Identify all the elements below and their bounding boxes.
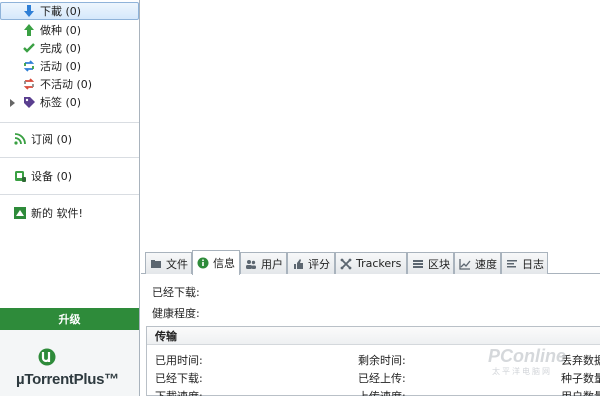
utorrent-plus-logo-text: µTorrentPlus™ — [16, 371, 119, 388]
app-store-icon — [13, 206, 27, 220]
sidebar-item-label: 完成 (0) — [40, 42, 82, 55]
peers-label: 用户数量 — [561, 388, 600, 396]
tab-files[interactable]: 文件 — [145, 252, 192, 274]
sidebar-item-label: 新的 软件! — [31, 207, 83, 220]
speed-graph-icon — [459, 258, 471, 270]
sidebar-item-label: 订阅 (0) — [31, 133, 73, 146]
rating-icon — [292, 258, 304, 270]
sidebar: 下載 (0) 做种 (0) 完成 (0) 活动 (0) 不活动 (0) 标签 (… — [0, 0, 140, 396]
sidebar-item-label: 不活动 (0) — [40, 78, 93, 91]
sidebar-item-label: 设备 (0) — [31, 170, 73, 183]
utorrent-logo-icon — [38, 348, 56, 366]
sidebar-item-label: 标签 (0) — [40, 96, 82, 109]
sidebar-item-feeds[interactable]: 订阅 (0) — [0, 130, 139, 148]
sidebar-item-inactive[interactable]: 不活动 (0) — [0, 75, 139, 93]
sidebar-item-new-software[interactable]: 新的 软件! — [0, 204, 139, 222]
watermark-subtext: 太平洋电脑网 — [492, 367, 552, 376]
pieces-icon — [412, 258, 424, 270]
sidebar-item-completed[interactable]: 完成 (0) — [0, 39, 139, 57]
label-tag-icon — [22, 95, 36, 109]
downloaded-label: 已经下载: — [155, 372, 203, 385]
tab-label: 信息 — [213, 257, 235, 270]
tab-speed[interactable]: 速度 — [454, 252, 501, 274]
tab-label: 速度 — [475, 257, 497, 271]
peers-icon — [245, 258, 257, 270]
downloaded-label: 已经下载: — [152, 286, 200, 299]
sidebar-divider — [0, 194, 139, 195]
tab-label: 用户 — [261, 257, 283, 271]
tab-ratings[interactable]: 评分 — [287, 252, 335, 274]
utorrent-window: 下載 (0) 做种 (0) 完成 (0) 活动 (0) 不活动 (0) 标签 (… — [0, 0, 600, 396]
sidebar-item-labels[interactable]: 标签 (0) — [0, 93, 139, 111]
seeds-label: 种子数量 — [561, 372, 600, 385]
utorrent-plus-promo[interactable]: µTorrentPlus™ — [0, 330, 139, 396]
tab-log[interactable]: 日志 — [501, 252, 548, 274]
tab-label: 区块 — [428, 257, 450, 271]
remaining-time-label: 剩余时间: — [358, 354, 406, 367]
sidebar-divider — [0, 157, 139, 158]
wasted-label: 丢弃数据 — [561, 354, 600, 367]
upload-speed-label: 上传速度: — [358, 388, 406, 396]
tab-label: 评分 — [308, 257, 330, 271]
device-icon — [13, 169, 27, 183]
folder-icon — [150, 258, 162, 270]
log-icon — [506, 258, 518, 270]
uploaded-label: 已经上传: — [358, 372, 406, 385]
inactive-arrows-icon — [22, 77, 36, 91]
tab-pieces[interactable]: 区块 — [407, 252, 454, 274]
tab-label: Trackers — [356, 257, 402, 270]
sidebar-item-label: 下載 (0) — [40, 5, 82, 18]
torrent-list[interactable] — [141, 0, 600, 246]
elapsed-time-label: 已用时间: — [155, 354, 203, 367]
tab-trackers[interactable]: Trackers — [335, 252, 407, 274]
download-speed-label: 下載速度: — [155, 388, 203, 396]
health-label: 健康程度: — [152, 307, 200, 320]
tab-label: 文件 — [166, 257, 188, 271]
sidebar-divider — [0, 122, 139, 123]
tab-label: 日志 — [522, 257, 544, 271]
sidebar-item-seeding[interactable]: 做种 (0) — [0, 21, 139, 39]
watermark: PConline — [488, 346, 567, 366]
sidebar-item-devices[interactable]: 设备 (0) — [0, 167, 139, 185]
tab-info[interactable]: 信息 — [192, 250, 240, 275]
trackers-icon — [340, 258, 352, 270]
info-icon — [197, 257, 209, 269]
checkmark-icon — [22, 41, 36, 55]
download-arrow-icon — [22, 4, 36, 18]
sidebar-item-label: 做种 (0) — [40, 24, 82, 37]
tab-peers[interactable]: 用户 — [240, 252, 287, 274]
sidebar-item-active[interactable]: 活动 (0) — [0, 57, 139, 75]
rss-feed-icon — [13, 132, 27, 146]
detail-tabs: 文件 信息 用户 评分 Trackers 区块 速度 日志 — [141, 250, 600, 275]
upgrade-button[interactable]: 升级 — [0, 308, 139, 330]
active-arrows-icon — [22, 59, 36, 73]
transfer-heading: 传输 — [147, 327, 600, 345]
sidebar-item-downloading[interactable]: 下載 (0) — [0, 2, 139, 20]
sidebar-item-label: 活动 (0) — [40, 60, 82, 73]
upload-arrow-icon — [22, 23, 36, 37]
